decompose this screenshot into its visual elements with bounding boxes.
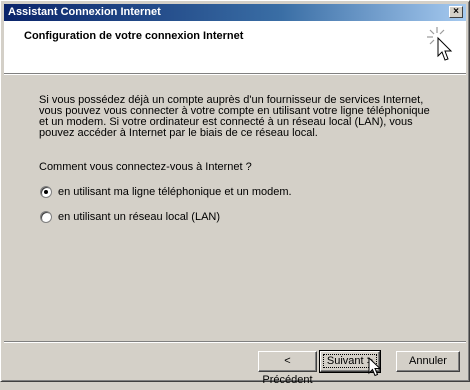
wizard-window: Assistant Connexion Internet × Configura… [0,0,470,386]
title-bar[interactable]: Assistant Connexion Internet × [4,4,466,21]
wizard-content: Si vous possédez déjà un compte auprès d… [39,94,439,223]
close-button[interactable]: × [449,6,463,18]
footer-divider [4,341,466,343]
connection-question: Comment vous connectez-vous à Internet ? [39,161,252,173]
sparkle-cursor-icon [427,27,453,61]
page-title: Configuration de votre connexion Interne… [24,30,244,42]
close-icon: × [453,6,459,17]
mouse-cursor-icon [368,357,382,377]
previous-button[interactable]: < Précédent [258,351,317,386]
intro-text: Si vous possédez déjà un compte auprès d… [39,94,430,139]
radio-lan[interactable] [40,211,52,223]
cancel-button[interactable]: Annuler [396,351,460,372]
window-title: Assistant Connexion Internet [8,6,161,18]
option-modem-label[interactable]: en utilisant ma ligne téléphonique et un… [58,186,292,198]
wizard-header: Configuration de votre connexion Interne… [4,21,466,73]
radio-modem[interactable] [40,186,52,198]
option-lan-label[interactable]: en utilisant un réseau local (LAN) [58,211,220,223]
header-divider [4,73,466,75]
